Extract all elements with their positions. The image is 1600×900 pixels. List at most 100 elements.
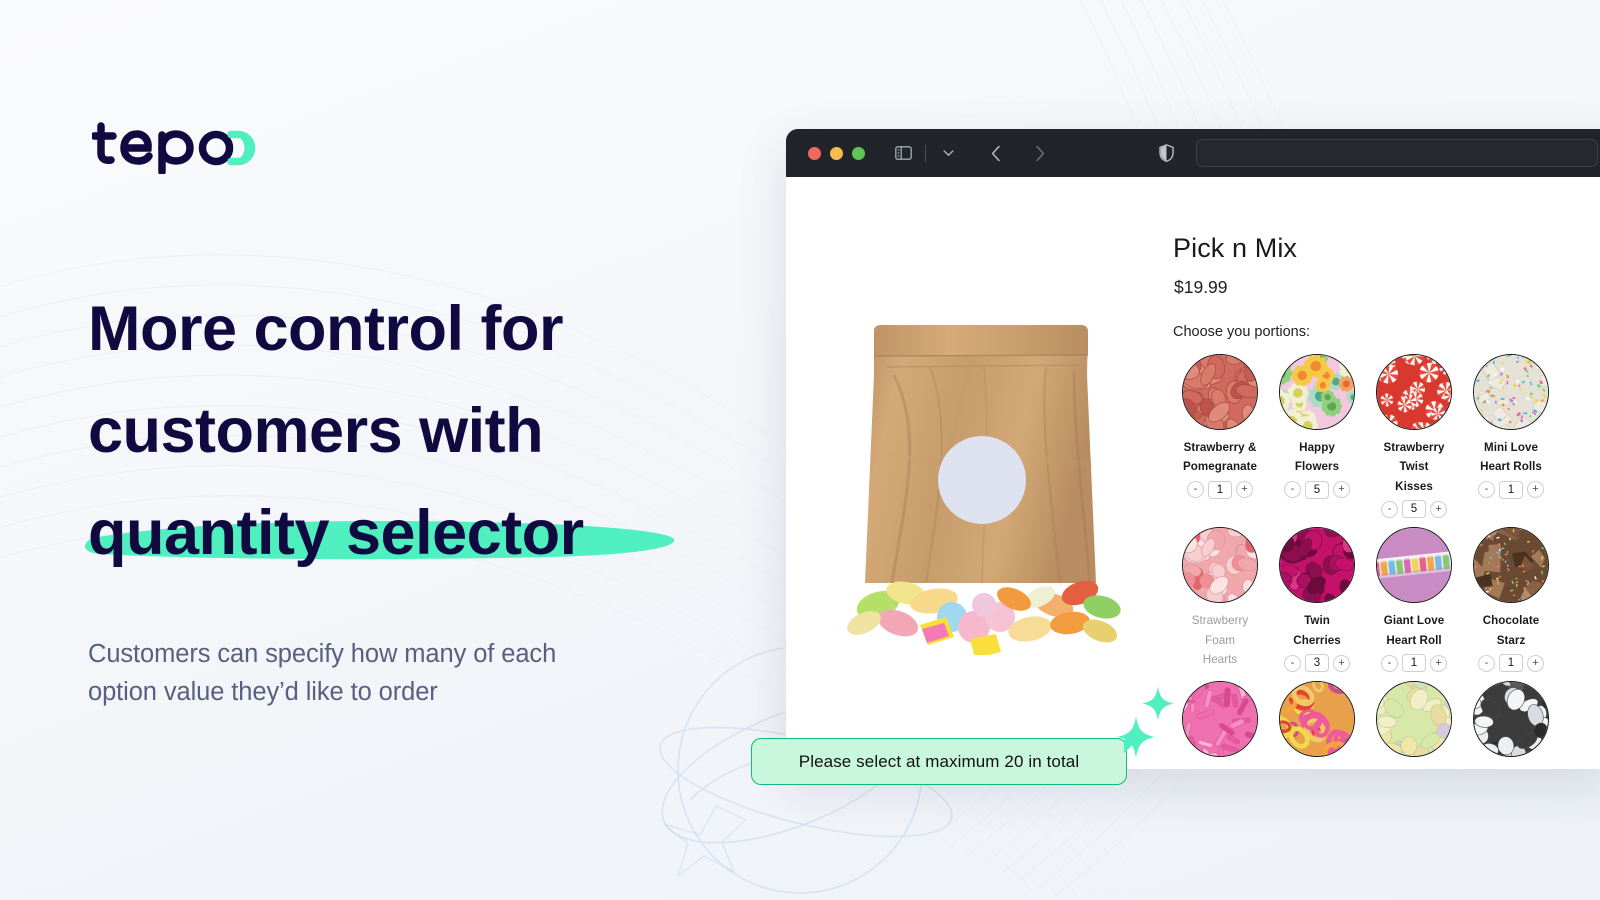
option-cell[interactable]: Chocolate Starz -1 + (1463, 527, 1559, 673)
option-swatch-fizzy-rings[interactable] (1279, 681, 1355, 758)
subtitle-line-2: option value they’d like to order (88, 677, 438, 706)
option-swatch-giant-love-heart-roll[interactable] (1376, 527, 1452, 604)
decrement-button[interactable]: - (1284, 481, 1301, 499)
option-cell[interactable] (1366, 681, 1462, 758)
quantity-stepper: -5 + (1284, 480, 1350, 499)
option-cell[interactable]: Happy Flowers -5 + (1269, 354, 1365, 499)
portions-label: Choose you portions: (1173, 324, 1311, 340)
quantity-value[interactable]: 3 (1305, 654, 1329, 673)
increment-button[interactable]: + (1333, 481, 1350, 499)
product-photo[interactable] (834, 305, 1128, 658)
option-cell[interactable]: Strawberry & Pomegranate -1 + (1172, 354, 1268, 499)
quantity-value[interactable]: 1 (1499, 480, 1523, 499)
quantity-value[interactable]: 1 (1402, 654, 1426, 673)
subtitle-line-1: Customers can specify how many of each (88, 640, 557, 668)
increment-button[interactable]: + (1527, 654, 1544, 672)
decrement-button[interactable]: - (1478, 481, 1495, 499)
quantity-stepper: -1 + (1478, 480, 1544, 499)
option-swatch-strawberry-foam-hearts[interactable] (1182, 527, 1258, 604)
max-quantity-tooltip: Please select at maximum 20 in total (751, 738, 1138, 785)
option-swatch-mint-humbugs[interactable] (1473, 681, 1549, 758)
option-label-line: Giant Love (1383, 614, 1445, 628)
product-image-area (786, 177, 1172, 769)
option-label-line: Heart Rolls (1480, 460, 1542, 474)
option-label: Mini Love Heart Rolls (1480, 438, 1542, 477)
quantity-stepper: -1 + (1187, 480, 1253, 499)
quantity-stepper: -1 + (1381, 654, 1447, 673)
option-label-line: Strawberry (1383, 441, 1445, 454)
option-label: Happy Flowers (1295, 438, 1339, 477)
option-swatch-sugared-hearts[interactable] (1376, 681, 1452, 758)
quantity-value[interactable]: 5 (1305, 480, 1329, 499)
page-subtitle: Customers can specify how many of each o… (88, 636, 608, 711)
browser-window: Pick n Mix $19.99 Choose you portions: S… (786, 129, 1600, 769)
quantity-value[interactable]: 5 (1402, 500, 1426, 519)
tepo-logo-mark (90, 122, 256, 176)
option-label-line: Strawberry & (1183, 441, 1257, 454)
option-swatch-strawberry-twist-kisses[interactable] (1376, 354, 1452, 430)
kraft-pouch-illustration (847, 325, 1121, 658)
zoom-window-button[interactable] (852, 146, 865, 160)
headline-line-1: More control for (88, 294, 564, 364)
option-label-line: Flowers (1294, 460, 1340, 474)
option-swatch-happy-flowers[interactable] (1279, 354, 1355, 430)
option-label-line: Hearts (1202, 653, 1238, 667)
option-swatch-twin-cherries[interactable] (1279, 527, 1355, 604)
option-cell[interactable]: Mini Love Heart Rolls -1 + (1463, 354, 1559, 499)
option-label-line: Cherries (1293, 633, 1341, 647)
close-window-button[interactable] (808, 146, 821, 160)
option-label: Strawberry Twist Kisses (1383, 438, 1444, 496)
option-cell[interactable] (1463, 681, 1559, 758)
decrement-button[interactable]: - (1381, 654, 1398, 672)
browser-toolbar (786, 129, 1600, 177)
increment-button[interactable]: + (1430, 500, 1447, 518)
chevron-right-icon[interactable] (1027, 141, 1053, 165)
increment-button[interactable]: + (1333, 654, 1350, 672)
headline-line-3: quantity selector (88, 498, 584, 569)
decrement-button[interactable]: - (1284, 654, 1301, 672)
page-headline: More control for customers with quantity… (88, 278, 728, 584)
option-swatch-mini-love-heart-rolls[interactable] (1473, 354, 1549, 430)
option-cell[interactable]: Giant Love Heart Roll -1 + (1366, 527, 1462, 673)
candy-pile (847, 580, 1121, 658)
page-root: More control for customers with quantity… (0, 0, 1600, 900)
decrement-button[interactable]: - (1381, 500, 1398, 518)
increment-button[interactable]: + (1430, 654, 1447, 672)
option-label-line: Starz (1496, 633, 1526, 647)
chevron-left-icon[interactable] (983, 141, 1009, 165)
option-label-line: Twin (1304, 614, 1330, 628)
option-cell[interactable]: Twin Cherries -3 + (1269, 527, 1365, 673)
quantity-value[interactable]: 1 (1499, 654, 1523, 673)
option-label-line: Mini Love (1484, 441, 1538, 454)
option-cell[interactable] (1172, 681, 1268, 758)
increment-button[interactable]: + (1236, 481, 1253, 499)
option-label: Strawberry & Pomegranate (1183, 438, 1257, 477)
chevron-down-icon[interactable] (935, 141, 961, 165)
option-cell[interactable]: Strawberry Twist Kisses -5 + (1366, 354, 1462, 519)
minimize-window-button[interactable] (830, 146, 843, 160)
option-swatch-grid: Strawberry & Pomegranate -1 + Happy Flowers -5… (1172, 354, 1600, 758)
window-controls (808, 146, 865, 160)
option-cell[interactable] (1269, 681, 1365, 758)
increment-button[interactable]: + (1527, 481, 1544, 499)
address-bar[interactable] (1196, 139, 1598, 167)
decrement-button[interactable]: - (1187, 481, 1204, 499)
option-label: Strawberry Foam Hearts (1192, 611, 1249, 669)
option-swatch-strawberry-pomegranate[interactable] (1182, 354, 1258, 430)
quantity-value[interactable]: 1 (1208, 480, 1232, 499)
tepo-logo[interactable] (90, 112, 262, 176)
decrement-button[interactable]: - (1478, 654, 1495, 672)
sidebar-icon[interactable] (890, 141, 916, 165)
option-label-line: Strawberry (1191, 614, 1249, 628)
option-label-line: Heart Roll (1386, 633, 1442, 647)
option-swatch-chocolate-starz[interactable] (1473, 527, 1549, 604)
option-label: Giant Love Heart Roll (1384, 611, 1444, 650)
option-label-line: Kisses (1395, 479, 1433, 493)
shield-icon[interactable] (1159, 144, 1174, 162)
product-title: Pick n Mix (1173, 233, 1298, 263)
headline-line-2: customers with (88, 396, 544, 467)
quantity-stepper: -3 + (1284, 654, 1350, 673)
option-swatch-pink-shrimps[interactable] (1182, 681, 1258, 758)
option-cell[interactable]: Strawberry Foam Hearts (1172, 527, 1268, 669)
product-details: Pick n Mix $19.99 Choose you portions: S… (1172, 177, 1600, 769)
